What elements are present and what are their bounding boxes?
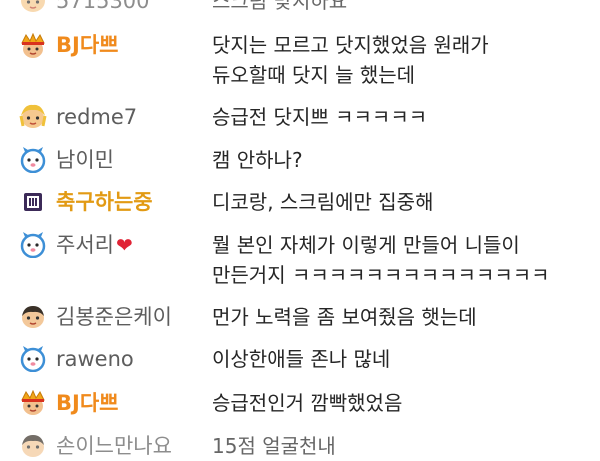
boy-face-icon <box>18 304 48 330</box>
chat-nickname[interactable]: redme7 <box>56 102 137 132</box>
chat-message: 5715300 스크림 맞지하요 <box>0 0 600 16</box>
chat-message-text: 디코랑, 스크림에만 집중해 <box>212 190 434 214</box>
bunny-face-icon <box>18 232 48 258</box>
chat-message-text: 스크림 맞지하요 <box>212 0 348 13</box>
chat-message: raweno 이상한애들 존나 많네 <box>0 344 600 374</box>
cute-face-icon <box>18 104 48 130</box>
chat-message-text: 15점 얼굴천내 <box>212 434 336 458</box>
chat-message-text: 듀오할때 닷지 늘 했는데 <box>212 63 416 87</box>
chat-message: 주서리 ❤ 뭘 본인 자체가 이렇게 만들어 니들이 만든거지 ㅋㅋㅋㅋㅋㅋㅋㅋㅋ… <box>0 230 600 290</box>
bj-crown-icon <box>18 390 48 416</box>
bj-crown-icon <box>18 33 48 59</box>
chat-message: 축구하는중 디코랑, 스크림에만 집중해 <box>0 187 600 217</box>
chat-message-text: 뭘 본인 자체가 이렇게 만들어 니들이 <box>212 233 520 257</box>
chat-nickname[interactable]: 주서리 ❤ <box>56 230 133 260</box>
cute-face-icon <box>18 0 48 14</box>
chat-nickname[interactable]: 손이느만나요 <box>56 431 172 461</box>
chat-message: 김봉준은케이 먼가 노력을 좀 보여줬음 햇는데 <box>0 302 600 332</box>
chat-message-text: 먼가 노력을 좀 보여줬음 햇는데 <box>212 305 477 329</box>
chat-nickname[interactable]: BJ다쁘 <box>56 30 118 60</box>
chat-message-text: 이상한애들 존나 많네 <box>212 347 391 371</box>
chat-message: BJ다쁘 닷지는 모르고 닷지했었음 원래가 듀오할때 닷지 늘 했는데 <box>0 30 600 90</box>
chat-list: 5715300 스크림 맞지하요 BJ다쁘 닷지는 모르고 닷지했었음 원래가 … <box>0 0 600 458</box>
chat-nickname[interactable]: 남이민 <box>56 145 114 175</box>
chat-nickname[interactable]: raweno <box>56 344 134 374</box>
fan-badge-icon <box>18 189 48 215</box>
chat-nickname[interactable]: BJ다쁘 <box>56 388 118 418</box>
chat-nickname[interactable]: 5715300 <box>56 0 150 16</box>
chat-nickname-text: 주서리 <box>56 233 114 257</box>
chat-message-text: 닷지는 모르고 닷지했었음 원래가 <box>212 33 489 57</box>
bunny-face-icon <box>18 147 48 173</box>
chat-message: 손이느만나요 15점 얼굴천내 <box>0 431 600 461</box>
chat-message-text: 승급전인거 깜빡했었음 <box>212 391 403 415</box>
chat-message: BJ다쁘 승급전인거 깜빡했었음 <box>0 388 600 418</box>
heart-icon: ❤ <box>115 233 133 257</box>
chat-message: redme7 승급전 닷지쁘 ㅋㅋㅋㅋㅋ <box>0 102 600 132</box>
chat-message-text: 캠 안하나? <box>212 148 303 172</box>
chat-message: 남이민 캠 안하나? <box>0 145 600 175</box>
chat-nickname[interactable]: 축구하는중 <box>56 187 153 217</box>
boy-face-icon <box>18 433 48 459</box>
bunny-face-icon <box>18 346 48 372</box>
chat-nickname[interactable]: 김봉준은케이 <box>56 302 172 332</box>
chat-message-text: 승급전 닷지쁘 ㅋㅋㅋㅋㅋ <box>212 105 428 129</box>
chat-message-text: 만든거지 ㅋㅋㅋㅋㅋㅋㅋㅋㅋㅋㅋㅋㅋㅋ <box>212 263 550 287</box>
